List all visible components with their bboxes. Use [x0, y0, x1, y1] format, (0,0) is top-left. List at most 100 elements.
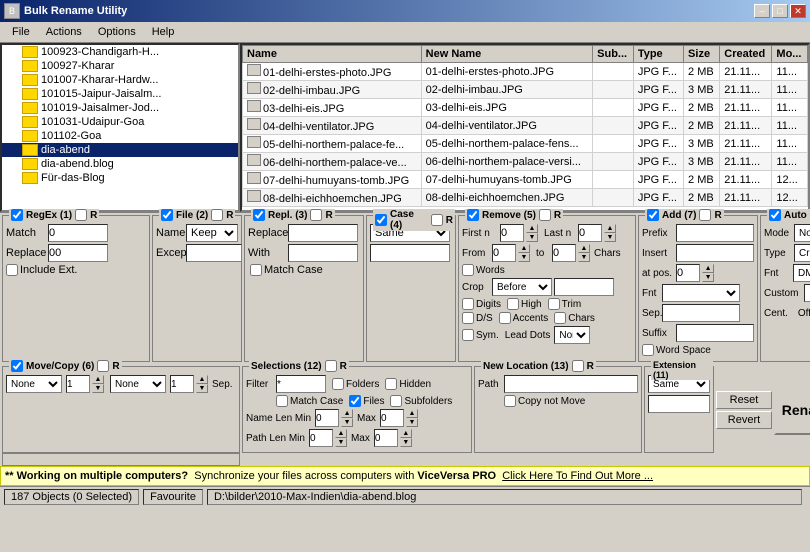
minimize-button[interactable]: –: [754, 4, 770, 18]
file-enable[interactable]: [161, 209, 173, 221]
first-n-down[interactable]: ▼: [526, 233, 538, 242]
last-n-down[interactable]: ▼: [604, 233, 616, 242]
file-r[interactable]: [211, 209, 223, 221]
remove-accents[interactable]: [499, 312, 511, 324]
add-sep[interactable]: [662, 304, 740, 322]
autodate-mode[interactable]: None: [794, 224, 810, 242]
to-down[interactable]: ▼: [578, 253, 590, 262]
tree-item[interactable]: 100923-Chandigarh-H...: [2, 45, 238, 59]
newloc-r[interactable]: [572, 360, 584, 372]
sel-name-min[interactable]: [315, 409, 339, 427]
mc-up2[interactable]: ▲: [196, 375, 208, 384]
pmax-up[interactable]: ▲: [400, 429, 412, 438]
menu-actions[interactable]: Actions: [38, 24, 90, 40]
remove-chars2[interactable]: [554, 312, 566, 324]
tree-item[interactable]: 101031-Udaipur-Goa: [2, 115, 238, 129]
add-insert[interactable]: [676, 244, 754, 262]
nmax-up[interactable]: ▲: [406, 409, 418, 418]
mc-down1[interactable]: ▼: [92, 384, 104, 393]
file-list-panel[interactable]: Name New Name Sub... Type Size Created M…: [240, 43, 810, 212]
remove-first-n[interactable]: [500, 224, 524, 242]
tree-item[interactable]: dia-abend: [2, 143, 238, 157]
nmax-down[interactable]: ▼: [406, 418, 418, 427]
replace-enable[interactable]: [253, 209, 265, 221]
movecopy-r[interactable]: [97, 360, 109, 372]
file-name-select[interactable]: Keep: [186, 224, 238, 242]
col-new-name[interactable]: New Name: [421, 46, 593, 63]
remove-to[interactable]: [552, 244, 576, 262]
tree-item[interactable]: 101007-Kharar-Hardw...: [2, 73, 238, 87]
tree-item[interactable]: 101019-Jaisalmer-Jod...: [2, 101, 238, 115]
col-sub[interactable]: Sub...: [593, 46, 634, 63]
sel-match-case[interactable]: [276, 395, 288, 407]
case-r[interactable]: [431, 214, 443, 226]
autodate-custom[interactable]: [804, 284, 810, 302]
from-down[interactable]: ▼: [518, 253, 530, 262]
copy-not-move[interactable]: [504, 395, 516, 407]
revert-button[interactable]: Revert: [716, 411, 772, 429]
remove-ds[interactable]: [462, 312, 474, 324]
case-excep[interactable]: [370, 244, 450, 262]
new-location-path[interactable]: [504, 375, 638, 393]
table-row[interactable]: 04-delhi-ventilator.JPG 04-delhi-ventila…: [243, 117, 808, 135]
remove-from[interactable]: [492, 244, 516, 262]
folder-tree[interactable]: 100923-Chandigarh-H... 100927-Kharar 101…: [0, 43, 240, 212]
table-row[interactable]: 08-delhi-eichhoemchen.JPG 08-delhi-eichh…: [243, 189, 808, 207]
table-row[interactable]: 05-delhi-northem-palace-fe... 05-delhi-n…: [243, 135, 808, 153]
movecopy-val2[interactable]: [170, 375, 194, 393]
sel-folders[interactable]: [332, 378, 344, 390]
remove-sym[interactable]: [462, 329, 474, 341]
replace-match-case[interactable]: [250, 264, 262, 276]
pmin-up[interactable]: ▲: [335, 429, 347, 438]
tree-item[interactable]: 100927-Kharar: [2, 59, 238, 73]
add-suffix[interactable]: [676, 324, 754, 342]
nmin-up[interactable]: ▲: [341, 409, 353, 418]
col-created[interactable]: Created: [720, 46, 772, 63]
remove-trim[interactable]: [548, 298, 560, 310]
regex-enable[interactable]: [11, 209, 23, 221]
add-r[interactable]: [699, 209, 711, 221]
pos-up[interactable]: ▲: [702, 264, 714, 273]
col-type[interactable]: Type: [633, 46, 683, 63]
autodate-fmt[interactable]: DMY: [793, 264, 810, 282]
tree-item[interactable]: Für-das-Blog: [2, 171, 238, 185]
reset-button[interactable]: Reset: [716, 391, 772, 409]
sel-path-min[interactable]: [309, 429, 333, 447]
extension-text[interactable]: [648, 395, 710, 413]
first-n-up[interactable]: ▲: [526, 224, 538, 233]
menu-options[interactable]: Options: [90, 24, 144, 40]
table-row[interactable]: 07-delhi-humuyans-tomb.JPG 07-delhi-humu…: [243, 171, 808, 189]
from-up[interactable]: ▲: [518, 244, 530, 253]
close-button[interactable]: ✕: [790, 4, 806, 18]
mc-down2[interactable]: ▼: [196, 384, 208, 393]
file-excep[interactable]: [186, 244, 242, 262]
regex-r[interactable]: [75, 209, 87, 221]
crop-text[interactable]: [554, 278, 614, 296]
movecopy-type2[interactable]: None: [110, 375, 166, 393]
non-select[interactable]: Non: [554, 326, 590, 344]
pmax-down[interactable]: ▼: [400, 438, 412, 447]
add-fnt[interactable]: [662, 284, 740, 302]
selections-filter[interactable]: [276, 375, 326, 393]
col-size[interactable]: Size: [684, 46, 720, 63]
selections-r[interactable]: [325, 360, 337, 372]
menu-file[interactable]: File: [4, 24, 38, 40]
tree-item[interactable]: 101015-Jaipur-Jaisalm...: [2, 87, 238, 101]
pmin-down[interactable]: ▼: [335, 438, 347, 447]
regex-replace[interactable]: [48, 244, 108, 262]
case-enable[interactable]: [375, 214, 387, 226]
menu-help[interactable]: Help: [144, 24, 183, 40]
remove-r[interactable]: [539, 209, 551, 221]
replace-r[interactable]: [310, 209, 322, 221]
table-row[interactable]: 06-delhi-northem-palace-ve... 06-delhi-n…: [243, 153, 808, 171]
sel-name-max[interactable]: [380, 409, 404, 427]
tree-item[interactable]: 101102-Goa: [2, 129, 238, 143]
movecopy-type[interactable]: None: [6, 375, 62, 393]
sel-hidden[interactable]: [385, 378, 397, 390]
sel-subfolders[interactable]: [390, 395, 402, 407]
add-pos[interactable]: [676, 264, 700, 282]
nmin-down[interactable]: ▼: [341, 418, 353, 427]
last-n-up[interactable]: ▲: [604, 224, 616, 233]
col-name[interactable]: Name: [243, 46, 422, 63]
regex-include-ext[interactable]: [6, 264, 18, 276]
